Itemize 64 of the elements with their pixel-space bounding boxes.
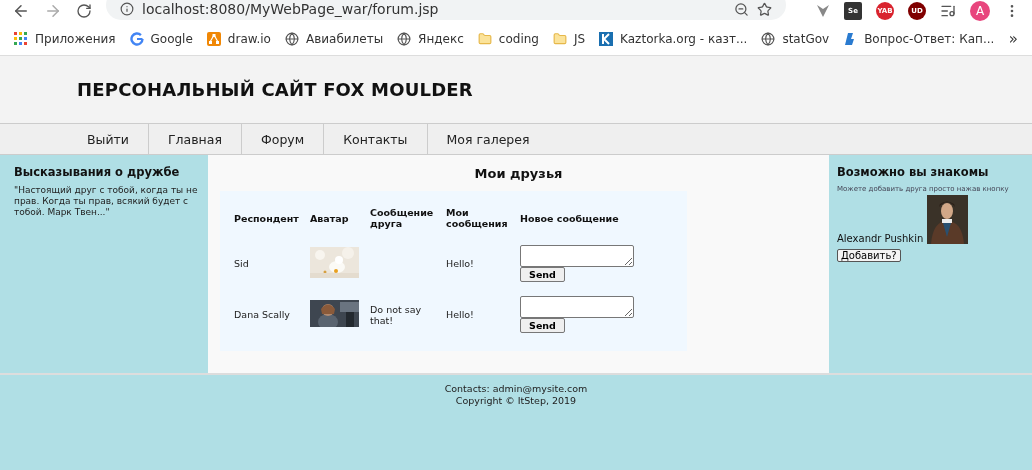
nav-link[interactable]: Главная	[149, 124, 242, 154]
k-logo-icon	[599, 31, 614, 46]
bookmark-label: statGov	[782, 31, 830, 46]
playlist-icon[interactable]	[940, 3, 956, 19]
site-title: ПЕРСОНАЛЬНЫЙ САЙТ FOX MOULDER	[77, 79, 473, 100]
bookmark[interactable]: statGov	[761, 31, 830, 46]
globe-icon	[761, 31, 776, 46]
bookmark-label: Google	[150, 31, 193, 46]
address-bar[interactable]: localhost:8080/MyWebPage_war/forum.jsp	[106, 0, 786, 20]
nav-link[interactable]: Контакты	[324, 124, 428, 154]
table-cell-text: Dana Scally	[234, 308, 291, 322]
column-header: Новое сообщение	[520, 211, 620, 226]
table-cell-text: Sid	[234, 257, 250, 271]
google-g-icon	[129, 31, 144, 46]
message-field[interactable]	[520, 296, 634, 318]
star-icon[interactable]	[757, 1, 772, 17]
bookmark[interactable]: Яндекс	[397, 31, 464, 46]
bookmark[interactable]: JS	[552, 31, 586, 46]
nav-link[interactable]: Моя галерея	[427, 124, 549, 154]
info-icon[interactable]	[120, 2, 134, 16]
add-button[interactable]: Добавить?	[837, 249, 901, 262]
section-title: Возможно вы знакомы	[837, 165, 990, 179]
nav-link[interactable]: Выйти	[68, 124, 149, 154]
more-bookmarks-button[interactable]: »	[1008, 29, 1018, 48]
folder-icon	[477, 31, 492, 46]
bookmark-label: Приложения	[35, 31, 116, 46]
table-cell-text: Hello!	[446, 308, 475, 322]
bookmark-label: JS	[573, 31, 586, 46]
column-header: Мои сообщения	[446, 206, 509, 231]
column-header: Респондент	[234, 211, 300, 226]
globe-icon	[397, 31, 412, 46]
send-button[interactable]: Send	[520, 318, 565, 333]
table-cell-text: Do not say that!	[370, 302, 423, 328]
table-cell-text: Hello!	[446, 257, 475, 271]
quote-text: "Настоящий друг с тобой, когда ты не прав. Когда ты прав, всякий будет с тобой. Марк Твен..."	[14, 185, 199, 218]
section-title: Мои друзья	[474, 166, 563, 181]
zoom-out-icon[interactable]	[734, 1, 749, 17]
folder-icon	[552, 31, 567, 46]
bookmark[interactable]: Авиабилеты	[284, 31, 384, 46]
person-name: Alexandr Pushkin	[837, 233, 924, 244]
bookmark-label: Авиабилеты	[305, 31, 384, 46]
nav-link[interactable]: Форум	[242, 124, 325, 154]
footer-text: Copyright © ItStep, 2019	[455, 395, 577, 407]
url-text: localhost:8080/MyWebPage_war/forum.jsp	[142, 1, 439, 17]
send-button[interactable]: Send	[520, 267, 565, 282]
v-shape-icon[interactable]	[816, 4, 830, 18]
bookmark[interactable]: coding	[477, 31, 539, 46]
diagram-icon	[206, 31, 221, 46]
bookmark-label: draw.io	[227, 31, 271, 46]
column-header: Сообщение друга	[370, 206, 435, 231]
bookmark-label: Яндекс	[418, 31, 464, 46]
section-title: Высказывания о дружбе	[14, 165, 181, 179]
reload-icon[interactable]	[76, 3, 92, 19]
bookmark[interactable]: draw.io	[206, 31, 271, 46]
column-header: Аватар	[310, 211, 350, 226]
globe-icon	[284, 31, 299, 46]
apps-grid-icon	[14, 31, 28, 46]
back-icon[interactable]	[12, 2, 30, 20]
bookmark[interactable]: Приложения	[14, 31, 116, 46]
footer-text: Contacts: admin@mysite.com	[444, 383, 588, 395]
profile-avatar[interactable]: A	[970, 1, 990, 21]
message-field[interactable]	[520, 245, 634, 267]
bookmark[interactable]: Google	[129, 31, 193, 46]
bookmark-label: coding	[498, 31, 539, 46]
